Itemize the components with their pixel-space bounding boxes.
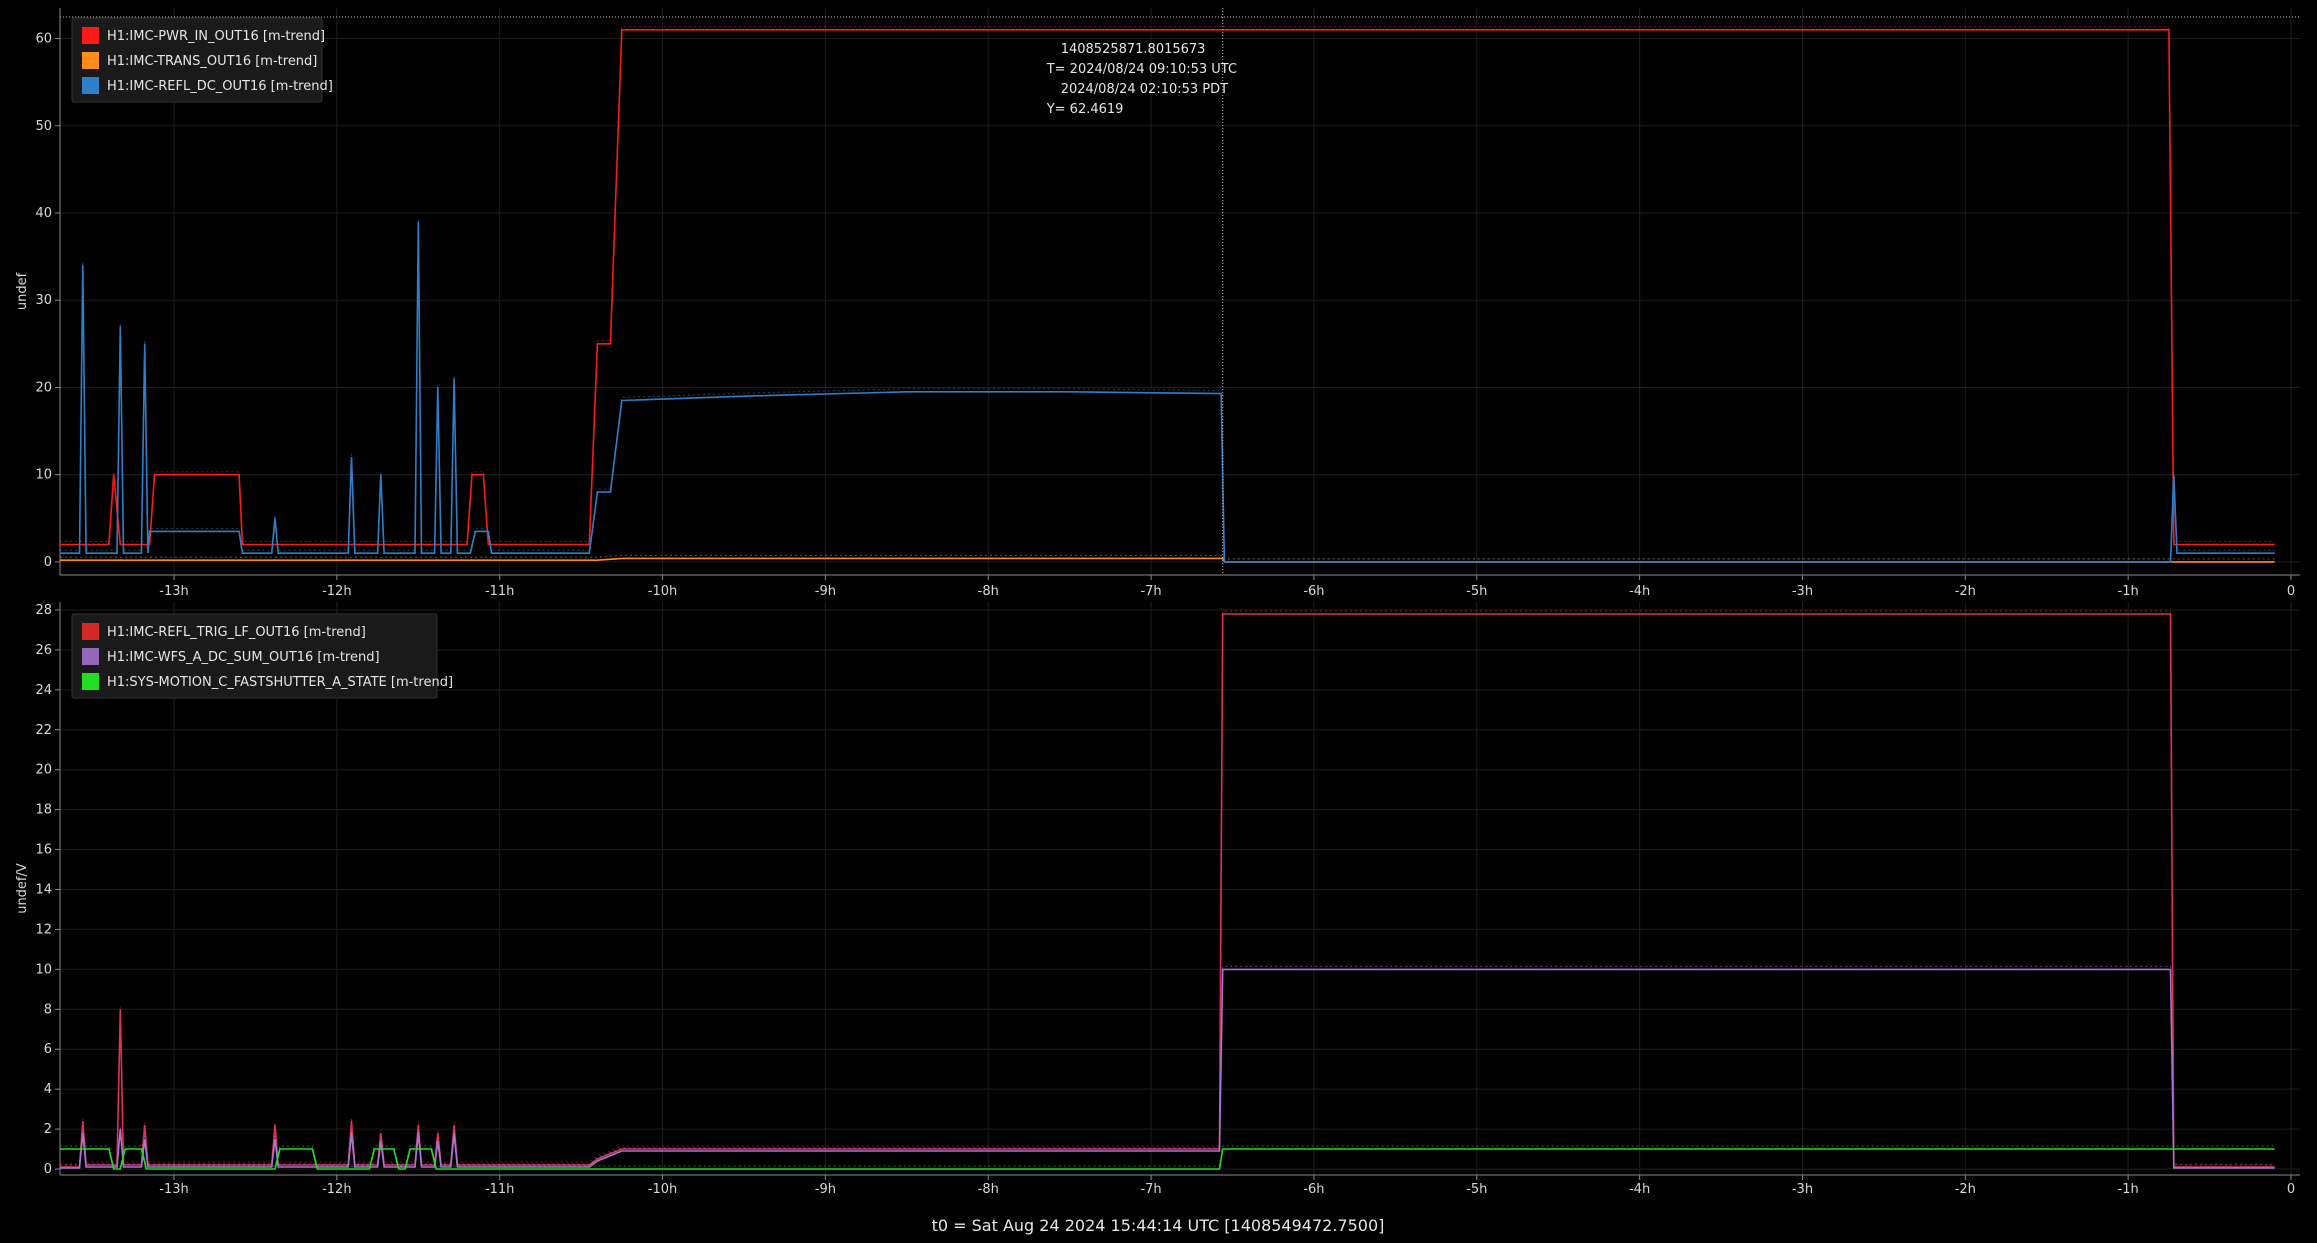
lower-legend-label-2: H1:SYS-MOTION_C_FASTSHUTTER_A_STATE [m-t… [107,675,453,690]
upper-x-tick-label-5: -8h [978,584,999,599]
lower-x-tick-label-11: -2h [1955,1182,1976,1197]
lower-x-tick-label-9: -4h [1629,1182,1650,1197]
lower-x-tick-label-12: -1h [2118,1182,2139,1197]
lower-y-tick-label-7: 14 [35,882,52,897]
lower-y-tick-label-1: 2 [44,1122,52,1137]
upper-x-tick-label-12: -1h [2118,584,2139,599]
cursor-readout-gps: 1408525871.8015673 [1061,42,1206,57]
cursor-readout-pdt: 2024/08/24 02:10:53 PDT [1061,82,1228,97]
upper-y-tick-label-4: 40 [35,206,52,221]
lower-x-tick-label-5: -8h [978,1182,999,1197]
upper-y-tick-label-5: 50 [35,119,52,134]
lower-y-tick-label-3: 6 [44,1042,52,1057]
lower-legend-label-1: H1:IMC-WFS_A_DC_SUM_OUT16 [m-trend] [107,650,380,665]
t0-footer: t0 = Sat Aug 24 2024 15:44:14 UTC [14085… [932,1216,1385,1235]
lower-y-tick-label-8: 16 [35,843,52,858]
plot-canvas: 0102030405060-13h -12h -11h -10h -9h -8h -7h -6… [0,0,2317,1243]
upper-y-tick-label-0: 0 [44,555,52,570]
upper-x-tick-label-2: -11h [485,584,514,599]
lower-legend-label-0: H1:IMC-REFL_TRIG_LF_OUT16 [m-trend] [107,625,366,640]
upper-y-tick-label-6: 60 [35,32,52,47]
upper-x-tick-label-4: -9h [815,584,836,599]
lower-x-tick-label-4: -9h [815,1182,836,1197]
lower-y-tick-label-14: 28 [35,603,52,618]
upper-x-tick-label-7: -6h [1303,584,1324,599]
lower-y-tick-label-2: 4 [44,1082,52,1097]
upper-legend-swatch-2 [82,77,99,94]
upper-legend-swatch-0 [82,27,99,44]
lower-y-tick-label-10: 20 [35,763,52,778]
lower-legend-swatch-2 [82,673,99,690]
upper-y-tick-label-1: 10 [35,468,52,483]
upper-legend-label-1: H1:IMC-TRANS_OUT16 [m-trend] [107,54,317,69]
lower-legend-swatch-1 [82,648,99,665]
lower-x-tick-label-6: -7h [1140,1182,1161,1197]
lower-x-tick-label-13: 0 [2287,1182,2295,1197]
cursor-readout-yvalue: Y= 62.4619 [1046,102,1124,117]
upper-x-tick-label-10: -3h [1792,584,1813,599]
upper-legend-swatch-1 [82,52,99,69]
upper-x-tick-label-9: -4h [1629,584,1650,599]
lower-y-axis-label: undef/V [15,863,30,914]
upper-x-tick-label-1: -12h [322,584,351,599]
lower-x-tick-label-8: -5h [1466,1182,1487,1197]
upper-x-tick-label-13: 0 [2287,584,2295,599]
lower-x-tick-label-3: -10h [648,1182,677,1197]
lower-x-tick-label-10: -3h [1792,1182,1813,1197]
upper-y-tick-label-2: 20 [35,380,52,395]
lower-y-tick-label-5: 10 [35,962,52,977]
lower-y-tick-label-0: 0 [44,1162,52,1177]
lower-y-tick-label-6: 12 [35,922,52,937]
upper-x-tick-label-0: -13h [159,584,188,599]
upper-legend-label-2: H1:IMC-REFL_DC_OUT16 [m-trend] [107,79,333,94]
lower-x-tick-label-7: -6h [1303,1182,1324,1197]
lower-x-tick-label-2: -11h [485,1182,514,1197]
upper-y-axis-label: undef [15,272,30,310]
lower-x-tick-label-0: -13h [159,1182,188,1197]
lower-y-tick-label-9: 18 [35,803,52,818]
upper-x-tick-label-6: -7h [1140,584,1161,599]
lower-y-tick-label-13: 26 [35,643,52,658]
lower-x-tick-label-1: -12h [322,1182,351,1197]
lower-y-tick-label-4: 8 [44,1002,52,1017]
upper-x-tick-label-8: -5h [1466,584,1487,599]
cursor-readout-utc: T= 2024/08/24 09:10:53 UTC [1046,62,1237,77]
lower-legend-swatch-0 [82,623,99,640]
upper-legend-label-0: H1:IMC-PWR_IN_OUT16 [m-trend] [107,29,325,44]
lower-y-tick-label-11: 22 [35,723,52,738]
upper-x-tick-label-3: -10h [648,584,677,599]
upper-y-tick-label-3: 30 [35,293,52,308]
upper-x-tick-label-11: -2h [1955,584,1976,599]
lower-y-tick-label-12: 24 [35,683,52,698]
